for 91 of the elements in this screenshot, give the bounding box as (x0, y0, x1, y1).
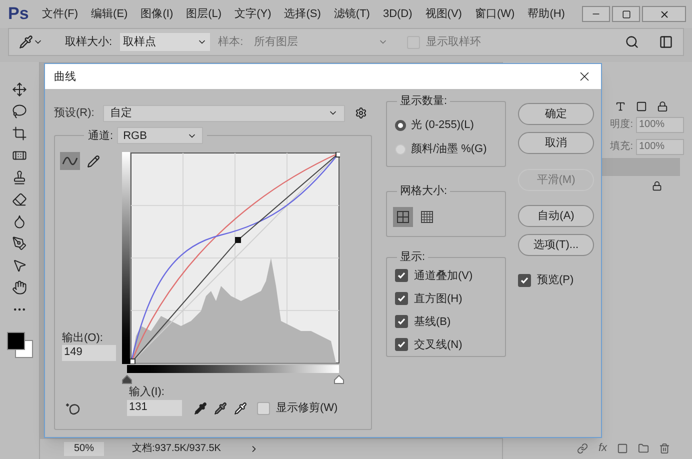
checkbox[interactable] (395, 315, 408, 328)
color-swatches[interactable] (4, 330, 34, 360)
pointer-icon[interactable] (12, 258, 27, 273)
trash-icon[interactable] (659, 442, 670, 454)
eyedropper-icon[interactable] (19, 35, 43, 49)
eyedropper-icon[interactable] (234, 402, 247, 414)
menu-item[interactable]: 编辑(E) (91, 7, 128, 21)
input-slider-track[interactable] (122, 365, 344, 385)
curves-graph[interactable] (130, 152, 340, 364)
radio-button[interactable] (395, 120, 406, 130)
type-icon[interactable] (615, 100, 626, 112)
link-icon[interactable] (577, 442, 588, 454)
preset-dropdown[interactable]: 自定 (103, 104, 345, 122)
app-logo: Ps (8, 7, 30, 21)
maximize-icon[interactable] (612, 6, 640, 22)
hand-icon[interactable] (12, 280, 27, 295)
lock-icon (652, 181, 662, 191)
eraser-icon[interactable] (12, 192, 27, 207)
checkmark-icon (520, 276, 529, 284)
checkbox[interactable] (518, 274, 531, 286)
stamp-icon[interactable] (12, 170, 27, 185)
radio-label: 光 (0-255)(L) (411, 118, 474, 132)
slider-handle[interactable] (122, 375, 132, 384)
channel-dropdown[interactable]: RGB (117, 127, 204, 144)
panel-icon[interactable] (659, 35, 673, 49)
slider-handle[interactable] (334, 375, 344, 384)
lasso-icon[interactable] (12, 104, 27, 119)
menu-item[interactable]: 文件(F) (42, 7, 78, 21)
mask-icon[interactable] (617, 442, 628, 454)
menu-item[interactable]: 文字(Y) (234, 7, 272, 21)
input-field[interactable]: 131 (127, 400, 182, 416)
menu-item[interactable]: 3D(D) (382, 7, 412, 21)
group-title: 网格大小: (397, 184, 450, 198)
menu-item[interactable]: 图像(I) (140, 7, 174, 21)
checkmark-icon (397, 271, 406, 280)
menu-item[interactable]: 滤镜(T) (334, 7, 370, 21)
checkmark-icon (397, 340, 406, 349)
preset-label: 预设(R): (54, 106, 96, 120)
dialog-button[interactable]: 取消 (518, 132, 594, 154)
checkmark-icon (397, 294, 406, 303)
option-label: 取样大小: (65, 35, 112, 49)
curve-tool-icon[interactable] (60, 152, 80, 170)
settings-icon[interactable] (355, 107, 367, 119)
channel-label: 通道: (88, 128, 114, 142)
output-field[interactable]: 149 (62, 345, 116, 361)
checkbox-label: 基线(B) (414, 314, 451, 328)
output-label: 输出(O): (62, 331, 104, 345)
fill-label: 填充: (610, 140, 633, 154)
dialog-button[interactable]: 确定 (518, 103, 594, 125)
menu-item[interactable]: 视图(V) (425, 7, 462, 21)
sample-size-dropdown[interactable]: 取样点 (120, 33, 210, 51)
dialog-button[interactable]: 自动(A) (518, 205, 594, 227)
coarse-grid-icon[interactable] (393, 207, 413, 227)
pen-icon[interactable] (12, 236, 27, 251)
checkbox-label: 直方图(H) (414, 292, 462, 306)
menu-item[interactable]: 窗口(W) (474, 7, 515, 21)
checkbox[interactable] (395, 292, 408, 305)
checkbox-label: 通道叠加(V) (414, 268, 473, 282)
search-icon[interactable] (625, 35, 639, 49)
group-title: 显示: (397, 250, 428, 264)
option-label: 样本: (218, 35, 244, 49)
checkbox-label: 交叉线(N) (414, 338, 462, 352)
dialog-button[interactable]: 选项(T)... (518, 234, 594, 256)
checkbox[interactable] (395, 338, 408, 351)
opacity-label: 明度: (610, 118, 633, 132)
crop-icon[interactable] (12, 126, 27, 141)
eyedropper-icon[interactable] (214, 402, 227, 414)
close-icon[interactable] (642, 6, 686, 22)
zoom-field[interactable]: 50% (64, 442, 104, 456)
move-icon[interactable] (12, 82, 27, 97)
radio-button[interactable] (395, 144, 406, 154)
menu-item[interactable]: 图层(L) (186, 7, 222, 21)
checkbox[interactable] (395, 269, 408, 282)
checkbox-label: 显示取样环 (426, 35, 482, 49)
fx-button[interactable]: fx (598, 441, 607, 455)
menu-item[interactable]: 选择(S) (284, 7, 321, 21)
radio-label: 颜料/油墨 %(G) (411, 142, 487, 156)
frame-icon[interactable] (636, 100, 647, 112)
menu-item[interactable]: 帮助(H) (528, 7, 565, 21)
input-label: 输入(I): (129, 385, 166, 399)
folder-icon[interactable] (638, 442, 649, 454)
group-title: 显示数量: (397, 94, 450, 108)
window-title: 曲线 (54, 70, 76, 84)
checkbox[interactable] (257, 402, 270, 414)
document-size: 文档:937.5K/937.5K (132, 442, 221, 456)
checkmark-icon (397, 317, 406, 326)
lock-icon[interactable] (657, 100, 668, 112)
checkbox-label: 显示修剪(W) (276, 401, 338, 415)
checkbox-label: 预览(P) (537, 273, 574, 287)
droplet-icon[interactable] (12, 214, 27, 229)
eyedropper-icon[interactable] (194, 402, 207, 414)
